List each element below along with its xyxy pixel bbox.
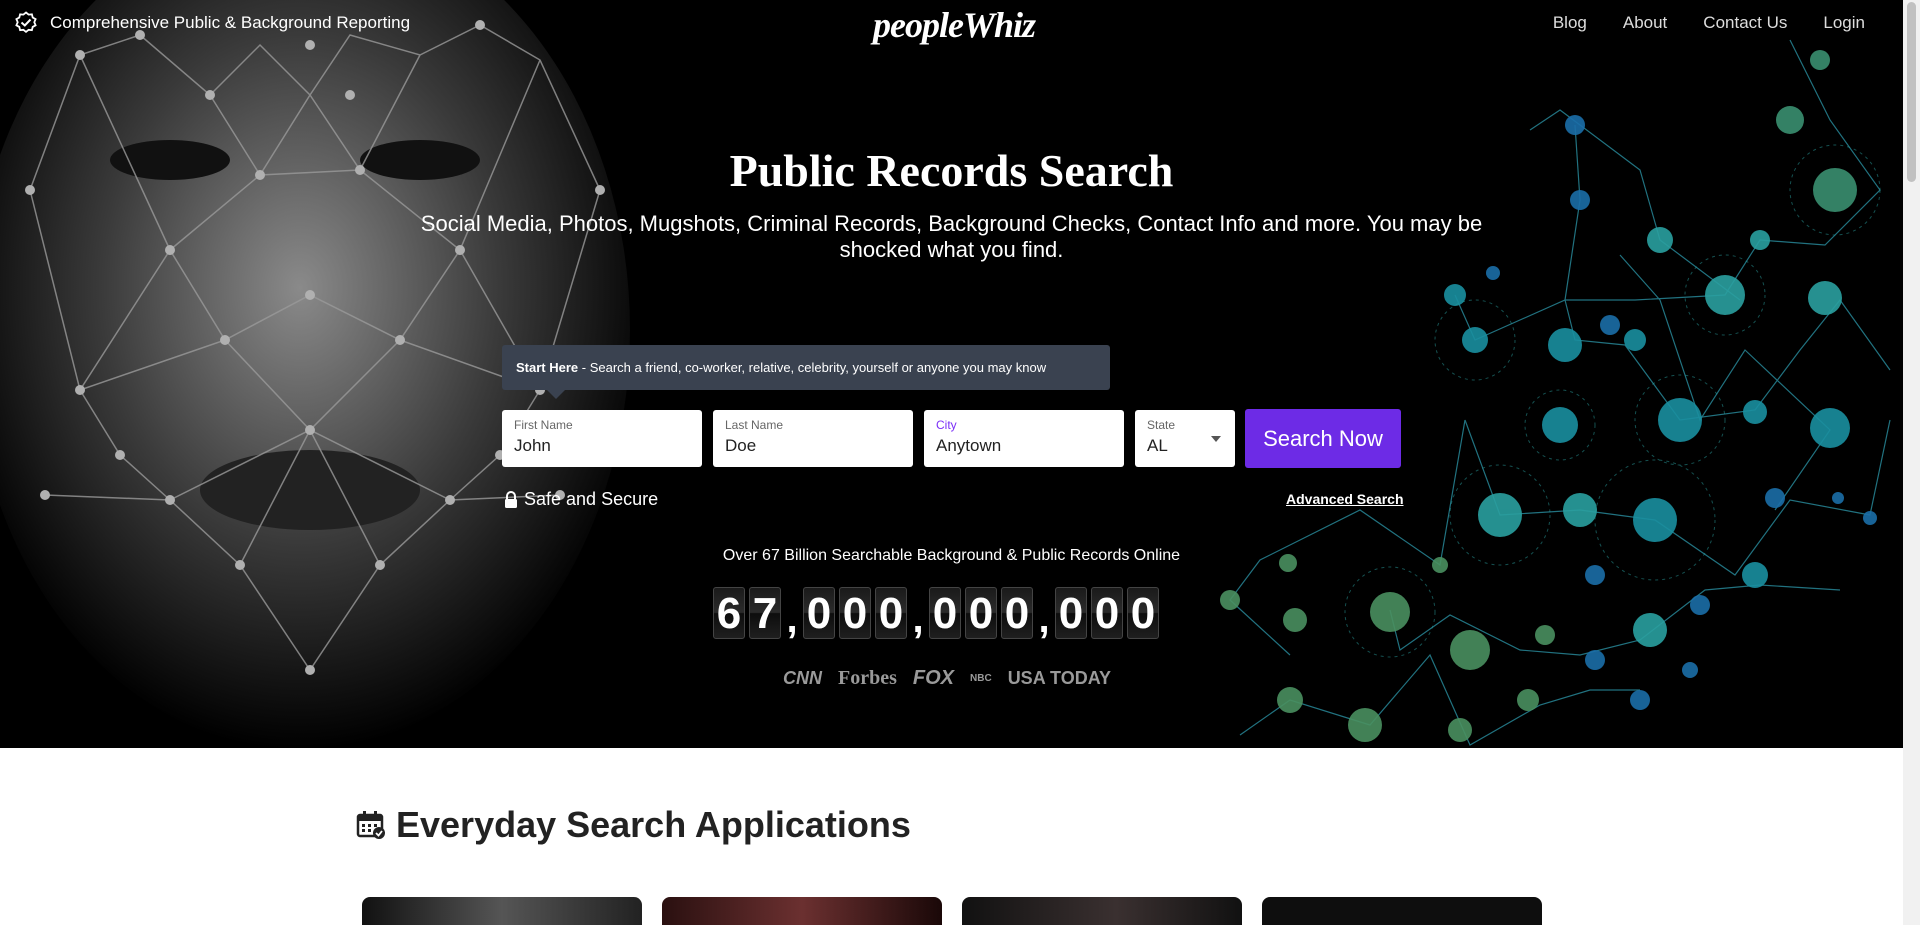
application-card[interactable] [962,897,1242,925]
tooltip-text: - Search a friend, co-worker, relative, … [578,360,1047,375]
counter-separator: , [786,597,798,641]
lock-icon [505,490,517,508]
city-value[interactable]: Anytown [936,436,1112,456]
scrollbar-thumb[interactable] [1907,2,1916,182]
application-card[interactable] [1262,897,1542,925]
city-label: City [936,418,957,432]
last-name-field[interactable]: Last Name Doe [713,410,913,467]
counter-digit: 0 [803,587,835,639]
last-name-label: Last Name [725,418,784,432]
counter-digit: 0 [1055,587,1087,639]
records-counter: 67,000,000,000 [713,587,1159,639]
reporting-badge-text: Comprehensive Public & Background Report… [50,13,411,32]
first-name-label: First Name [514,418,573,432]
calendar-check-icon [356,811,385,839]
search-now-button[interactable]: Search Now [1245,409,1401,468]
tooltip-bold-text: Start Here [516,360,579,375]
first-name-value[interactable]: John [514,436,690,456]
reporting-badge: Comprehensive Public & Background Report… [14,11,410,35]
state-select[interactable]: State AL [1135,410,1235,467]
nav-link-contact[interactable]: Contact Us [1703,13,1787,33]
forbes-logo: Forbes [838,667,897,689]
safe-and-secure: Safe and Secure [504,489,658,510]
counter-digit: 7 [749,587,781,639]
counter-digit: 0 [965,587,997,639]
dropdown-caret-icon[interactable] [1211,436,1221,442]
nbc-logo: NBC [970,673,992,684]
city-field[interactable]: City Anytown [924,410,1124,467]
application-card[interactable] [662,897,942,925]
main-nav: Blog About Contact Us Login [1553,13,1865,33]
cnn-logo: CNN [783,668,822,688]
hero-subtitle: Social Media, Photos, Mugshots, Criminal… [420,211,1483,262]
peoplewhiz-logo[interactable]: peopleWhiz [873,4,1036,46]
records-count-caption: Over 67 Billion Searchable Background & … [722,547,1181,564]
counter-digit: 0 [875,587,907,639]
counter-digit: 0 [929,587,961,639]
fox-logo: FOX [912,667,955,689]
nav-link-about[interactable]: About [1623,13,1667,33]
counter-digit: 0 [1091,587,1123,639]
counter-digit: 6 [713,587,745,639]
section-title: Everyday Search Applications [396,804,911,845]
verified-badge-icon [15,11,37,34]
hero-section: Comprehensive Public & Background Report… [0,0,1903,748]
start-here-tooltip: Start Here - Search a friend, co-worker,… [502,345,1110,399]
last-name-value[interactable]: Doe [725,436,901,456]
tooltip-arrow [546,389,566,399]
usa-today-logo: USA TODAY [1007,668,1112,688]
counter-digit: 0 [839,587,871,639]
advanced-search-link[interactable]: Advanced Search [1286,491,1404,507]
counter-separator: , [1038,597,1050,641]
page: Comprehensive Public & Background Report… [0,0,1920,925]
application-card[interactable] [362,897,642,925]
hero-title: Public Records Search [729,145,1174,196]
page-scrollbar[interactable] [1903,0,1920,925]
first-name-field[interactable]: First Name John [502,410,702,467]
everyday-search-heading: Everyday Search Applications [356,804,911,846]
counter-separator: , [912,597,924,641]
safe-and-secure-text: Safe and Secure [524,489,659,509]
counter-digit: 0 [1127,587,1159,639]
counter-digit: 0 [1001,587,1033,639]
state-label: State [1147,418,1176,432]
top-bar: Comprehensive Public & Background Report… [0,0,1903,46]
press-logos: CNN Forbes FOX NBC USA TODAY [783,667,1111,690]
nav-link-login[interactable]: Login [1823,13,1865,33]
nav-link-blog[interactable]: Blog [1553,13,1587,33]
